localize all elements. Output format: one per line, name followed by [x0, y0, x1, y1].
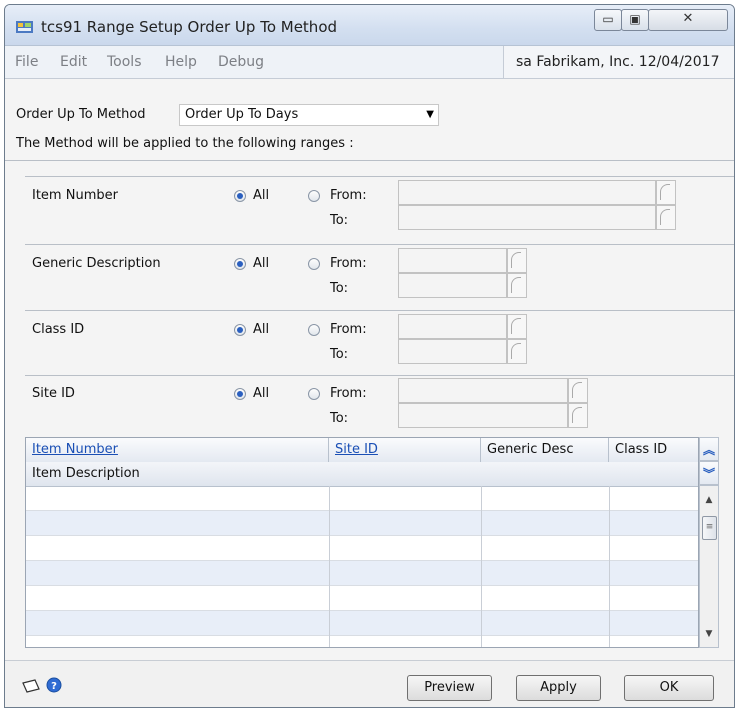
site-id-all-label: All [253, 386, 270, 401]
class-id-from-field[interactable] [398, 314, 507, 339]
generic-description-all-label: All [253, 256, 270, 271]
note-icon[interactable] [21, 679, 41, 693]
menu-edit[interactable]: Edit [60, 54, 87, 70]
table-row[interactable] [26, 586, 698, 611]
range-label-item-number: Item Number [32, 188, 118, 203]
chevron-down-icon: ▼ [426, 109, 434, 120]
table-row[interactable] [26, 486, 698, 511]
ok-button[interactable]: OK [624, 675, 714, 701]
items-grid[interactable]: Item Number Site ID Generic Desc Class I… [25, 437, 699, 648]
class-id-from-lookup-icon[interactable] [507, 314, 527, 339]
generic-description-to-lookup-icon[interactable] [507, 273, 527, 298]
range-label-generic-description: Generic Description [32, 256, 161, 271]
class-id-all-radio[interactable] [234, 324, 246, 336]
site-id-from-label: From: [330, 386, 367, 401]
table-row[interactable] [26, 611, 698, 636]
range-divider [25, 176, 734, 177]
column-divider [481, 486, 482, 647]
column-header-item-number[interactable]: Item Number [26, 438, 329, 462]
site-id-from-field[interactable] [398, 378, 568, 403]
window-title: tcs91 Range Setup Order Up To Method [41, 18, 338, 36]
item-number-from-lookup-icon[interactable] [656, 180, 676, 205]
generic-description-all-radio[interactable] [234, 258, 246, 270]
menu-help[interactable]: Help [165, 54, 197, 70]
site-id-from-lookup-icon[interactable] [568, 378, 588, 403]
item-number-to-field[interactable] [398, 205, 656, 230]
apply-button[interactable]: Apply [516, 675, 601, 701]
item-number-from-field[interactable] [398, 180, 656, 205]
range-label-site-id: Site ID [32, 386, 75, 401]
footer-bar: ? Preview Apply OK [5, 660, 734, 707]
table-row[interactable] [26, 536, 698, 561]
user-company-date: sa Fabrikam, Inc. 12/04/2017 [503, 46, 734, 78]
column-header-site-id[interactable]: Site ID [329, 438, 481, 462]
menu-file[interactable]: File [15, 54, 38, 70]
collapse-rows-icon[interactable]: ︽ [699, 437, 719, 461]
method-dropdown[interactable]: Order Up To Days ▼ [179, 104, 439, 126]
method-label: Order Up To Method [16, 107, 146, 122]
generic-description-from-lookup-icon[interactable] [507, 248, 527, 273]
generic-description-to-label: To: [330, 281, 349, 296]
table-row[interactable] [26, 561, 698, 586]
help-icon[interactable]: ? [46, 677, 62, 693]
item-number-all-label: All [253, 188, 270, 203]
menu-debug[interactable]: Debug [218, 54, 264, 70]
method-note: The Method will be applied to the follow… [16, 136, 354, 151]
generic-description-from-field[interactable] [398, 248, 507, 273]
divider [5, 160, 734, 161]
grid-header-row-2: Item Description [26, 462, 698, 487]
class-id-to-field[interactable] [398, 339, 507, 364]
expand-rows-icon[interactable]: ︾ [699, 461, 719, 485]
item-number-from-label: From: [330, 188, 367, 203]
site-id-from-radio[interactable] [308, 388, 320, 400]
column-header-class-id: Class ID [615, 442, 668, 457]
method-value: Order Up To Days [185, 107, 299, 122]
range-divider [25, 310, 734, 311]
maximize-button[interactable]: ▣ [621, 9, 649, 31]
preview-button[interactable]: Preview [407, 675, 492, 701]
class-id-to-lookup-icon[interactable] [507, 339, 527, 364]
grid-header: Item Number Site ID Generic Desc Class I… [26, 438, 698, 463]
site-id-to-field[interactable] [398, 403, 568, 428]
range-label-class-id: Class ID [32, 322, 85, 337]
item-number-from-radio[interactable] [308, 190, 320, 202]
item-number-all-radio[interactable] [234, 190, 246, 202]
column-divider [329, 486, 330, 647]
minimize-button[interactable]: ▭ [594, 9, 622, 31]
close-button[interactable]: ✕ [648, 9, 728, 31]
item-number-to-label: To: [330, 213, 349, 228]
generic-description-from-radio[interactable] [308, 258, 320, 270]
class-id-from-radio[interactable] [308, 324, 320, 336]
scroll-thumb[interactable]: ≡ [702, 516, 717, 540]
app-icon [16, 21, 33, 33]
range-divider [25, 375, 734, 376]
site-id-all-radio[interactable] [234, 388, 246, 400]
range-divider [25, 244, 734, 245]
column-divider [609, 486, 610, 647]
window: tcs91 Range Setup Order Up To Method ▭ ▣… [4, 4, 735, 708]
class-id-to-label: To: [330, 347, 349, 362]
column-header-generic-desc: Generic Desc [481, 438, 609, 462]
item-number-to-lookup-icon[interactable] [656, 205, 676, 230]
column-header-item-description: Item Description [32, 466, 140, 481]
grid-scrollbar[interactable]: ▲ ≡ ▼ [699, 485, 719, 648]
site-id-to-lookup-icon[interactable] [568, 403, 588, 428]
menu-tools[interactable]: Tools [107, 54, 142, 70]
class-id-from-label: From: [330, 322, 367, 337]
generic-description-from-label: From: [330, 256, 367, 271]
scroll-up-icon[interactable]: ▲ [700, 495, 718, 505]
site-id-to-label: To: [330, 411, 349, 426]
generic-description-to-field[interactable] [398, 273, 507, 298]
table-row[interactable] [26, 511, 698, 536]
scroll-down-icon[interactable]: ▼ [700, 629, 718, 639]
class-id-all-label: All [253, 322, 270, 337]
svg-text:?: ? [51, 681, 57, 692]
